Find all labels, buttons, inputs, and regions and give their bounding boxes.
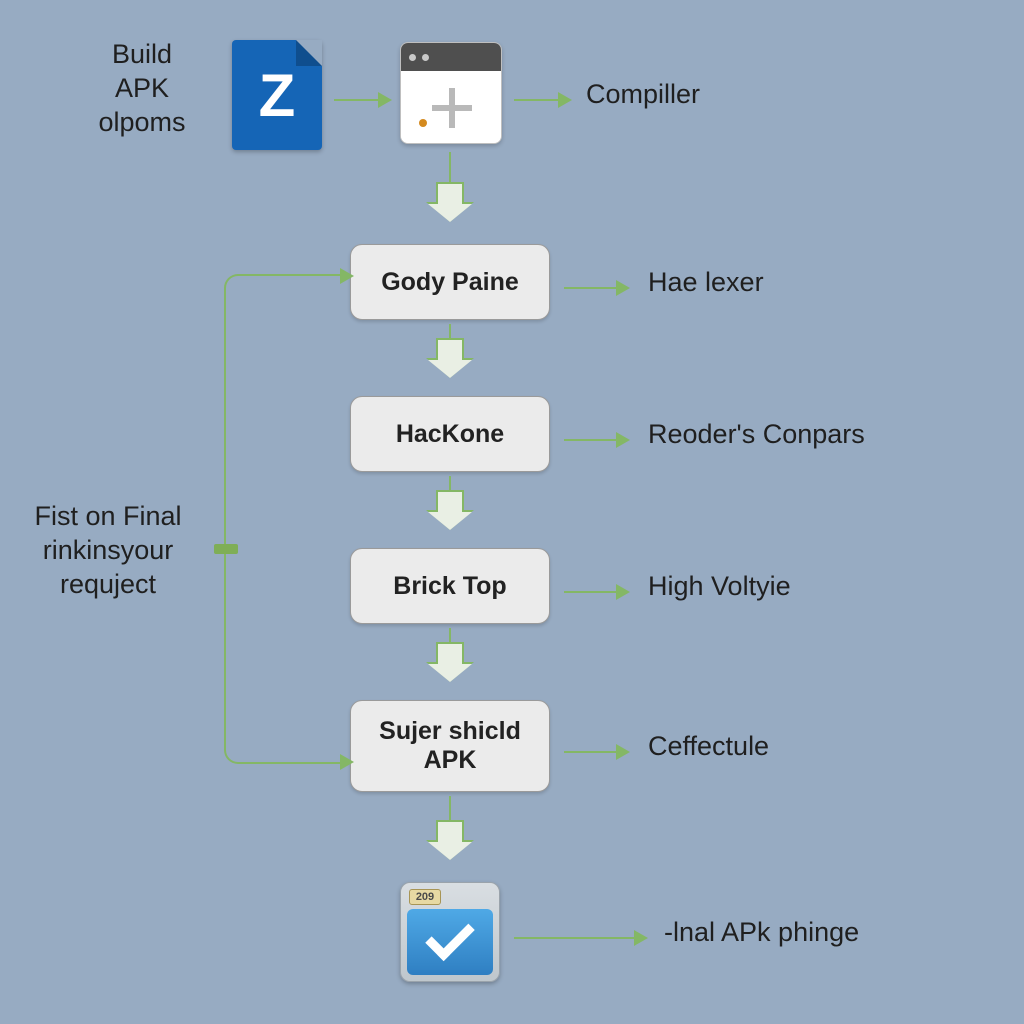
left-side-label-text: Fist on Final rinkinsyour requject [18,500,198,601]
arrow-step1-right [564,280,630,296]
top-left-label-text: Build APK olpoms [82,38,202,139]
check-icon-tab-text: 209 [416,891,434,903]
orange-dot-icon [419,119,427,127]
window-dot-icon [409,54,416,61]
arrow-app-to-compiler [514,92,572,108]
arrow-down-step3-to-step4 [430,628,470,682]
checkmark-icon [425,912,474,961]
step3-right-label: High Voltyie [648,570,791,604]
final-label: -lnal APk phinge [664,916,859,950]
compiler-label: Compiller [586,78,700,112]
step4-right-label: Ceffectule [648,730,769,764]
check-icon-tab: 209 [409,889,441,905]
connector-marker-icon [214,544,238,554]
left-side-label: Fist on Final rinkinsyour requject [18,500,198,601]
step1-right-label-text: Hae lexer [648,267,764,297]
step-box-1-title: Gody Paine [381,268,519,297]
final-label-text: -lnal APk phinge [664,917,859,947]
app-window-icon [400,42,502,144]
app-window-body [401,71,501,144]
arrow-check-to-final-label [514,930,648,946]
elbow-connector [224,274,340,764]
step-box-3: Brick Top [350,548,550,624]
window-dot-icon [422,54,429,61]
arrow-down-step1-to-step2 [430,324,470,378]
app-window-titlebar [401,43,501,71]
step-box-3-title: Brick Top [393,572,506,601]
step-box-4: Sujer shicld APK [350,700,550,792]
plus-vertical-icon [449,88,455,128]
z-icon-letter: Z [259,61,296,130]
arrow-down-step4-to-final [430,796,470,860]
step2-right-label: Reoder's Conpars [648,418,865,452]
final-check-icon: 209 [400,882,500,982]
arrow-z-to-app [334,92,392,108]
compiler-label-text: Compiller [586,79,700,109]
arrow-step4-right [564,744,630,760]
step1-right-label: Hae lexer [648,266,764,300]
document-fold-icon [296,40,322,66]
step-box-4-title: Sujer shicld APK [379,717,521,775]
step2-right-label-text: Reoder's Conpars [648,419,865,449]
arrow-step3-right [564,584,630,600]
step-box-2: HacKone [350,396,550,472]
step3-right-label-text: High Voltyie [648,571,791,601]
z-document-icon: Z [232,40,322,150]
arrow-down-step2-to-step3 [430,476,470,530]
arrow-down-to-step1 [430,152,470,222]
step-box-1: Gody Paine [350,244,550,320]
arrow-step2-right [564,432,630,448]
check-icon-panel [407,909,493,975]
step-box-2-title: HacKone [396,420,504,449]
step4-right-label-text: Ceffectule [648,731,769,761]
top-left-label: Build APK olpoms [82,38,202,139]
